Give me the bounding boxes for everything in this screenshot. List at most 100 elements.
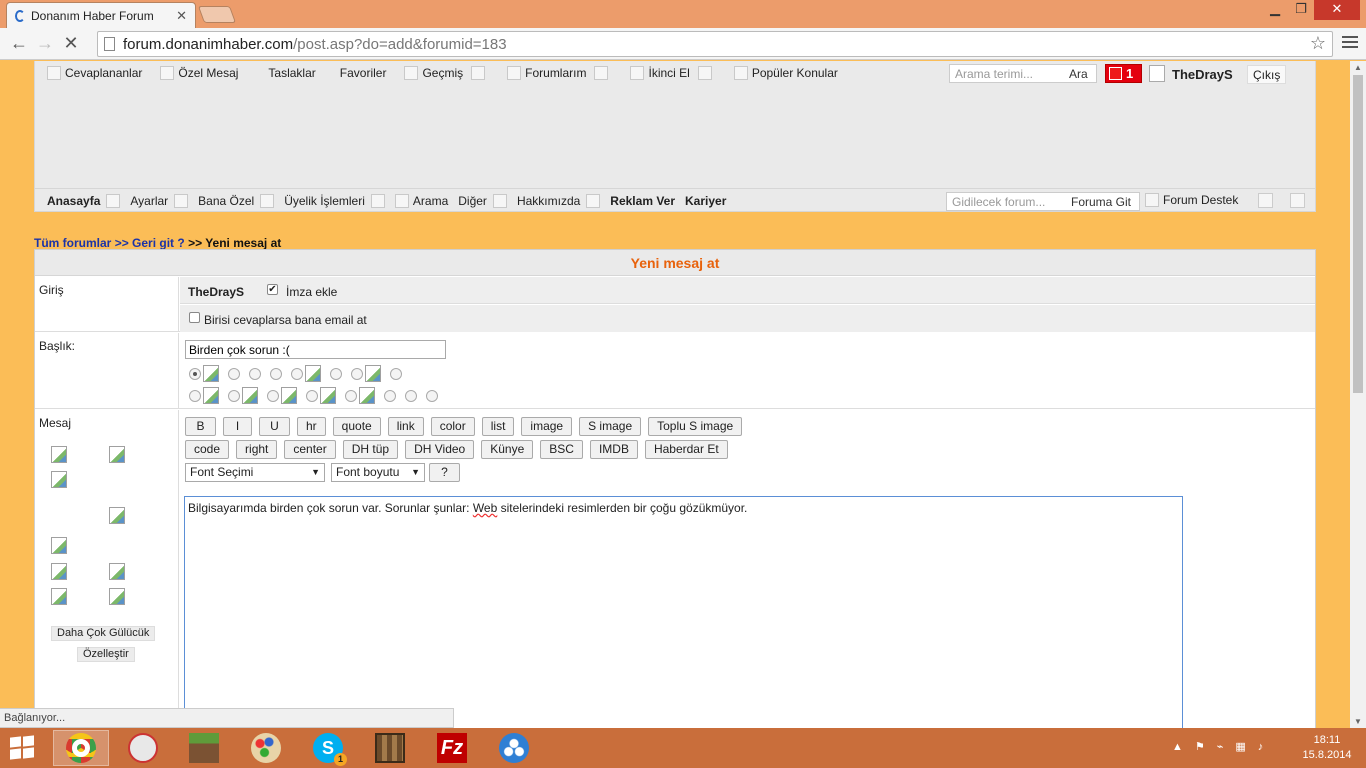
nav-item-gecmis[interactable]: Geçmiş <box>404 66 489 80</box>
customize-button[interactable]: Özelleştir <box>77 647 135 662</box>
scroll-down-icon[interactable]: ▼ <box>1354 717 1362 726</box>
nav-item-cevaplananlar[interactable]: Cevaplananlar <box>47 66 142 80</box>
search-button[interactable]: Ara <box>1069 67 1088 81</box>
quote-button[interactable]: quote <box>332 417 381 436</box>
icon-radio[interactable] <box>270 367 282 380</box>
bookmark-star-icon[interactable]: ☆ <box>1310 33 1326 54</box>
nav-item-hakkimizda[interactable]: Hakkımızda <box>517 193 601 208</box>
nav-item-kariyer[interactable]: Kariyer <box>685 194 726 208</box>
nav-item-ikinci-el[interactable]: İkinci El <box>630 66 715 80</box>
icon-radio[interactable] <box>291 367 303 380</box>
kunye-button[interactable]: Künye <box>481 440 534 459</box>
icon-radio[interactable] <box>426 389 438 402</box>
message-textarea[interactable]: Bilgisayarımda birden çok sorun var. Sor… <box>184 496 1183 728</box>
icon-radio[interactable] <box>189 389 201 402</box>
font-select[interactable]: Font Seçimi ▼ <box>185 463 325 482</box>
title-input[interactable] <box>185 340 446 359</box>
browser-tab[interactable]: Donanım Haber Forum ✕ <box>6 2 196 28</box>
dh-video-button[interactable]: DH Video <box>405 440 475 459</box>
avatar[interactable] <box>1149 65 1165 82</box>
username-link[interactable]: TheDrayS <box>1172 67 1233 82</box>
color-button[interactable]: color <box>430 417 475 436</box>
list-button[interactable]: list <box>481 417 515 436</box>
nav-item-anasayfa[interactable]: Anasayfa <box>47 193 121 208</box>
link-button[interactable]: link <box>387 417 424 436</box>
italic-button[interactable]: I <box>223 417 252 436</box>
volume-icon[interactable]: ♪ <box>1258 741 1264 753</box>
minimize-button[interactable]: ▁ <box>1262 0 1288 20</box>
smiley-icon[interactable] <box>109 446 125 463</box>
nav-item-favoriler[interactable]: Favoriler <box>340 66 387 80</box>
bulk-s-image-button[interactable]: Toplu S image <box>648 417 743 436</box>
window-close-button[interactable]: ✕ <box>1314 0 1360 20</box>
s-image-button[interactable]: S image <box>579 417 642 436</box>
network-app-taskbar-button[interactable] <box>486 730 542 766</box>
breadcrumb-back[interactable]: Geri git ? <box>132 236 185 250</box>
icon-radio[interactable] <box>267 389 279 402</box>
right-align-button[interactable]: right <box>236 440 278 459</box>
forward-button[interactable]: → <box>34 33 56 54</box>
tray-network-icon[interactable]: ▦ <box>1235 740 1245 753</box>
center-align-button[interactable]: center <box>284 440 336 459</box>
smiley-icon[interactable] <box>51 588 67 605</box>
tab-close-icon[interactable]: ✕ <box>176 8 187 24</box>
smiley-icon[interactable] <box>51 446 67 463</box>
new-tab-button[interactable] <box>197 6 237 23</box>
nav-item-taslaklar[interactable]: Taslaklar <box>268 66 315 80</box>
nav-item-uyelik-islemleri[interactable]: Üyelik İşlemleri <box>284 193 385 208</box>
stop-button[interactable]: ✕ <box>60 33 82 54</box>
breadcrumb-all-forums[interactable]: Tüm forumlar <box>34 236 111 250</box>
icon-radio[interactable] <box>345 389 357 402</box>
underline-button[interactable]: U <box>259 417 290 436</box>
signature-checkbox[interactable]: ✔ <box>267 284 278 295</box>
nav-item-diger[interactable]: Diğer <box>458 193 507 208</box>
tray-expand-icon[interactable]: ▲ <box>1172 741 1183 753</box>
notification-badge[interactable]: 1 <box>1105 64 1142 83</box>
nav-item-reklam-ver[interactable]: Reklam Ver <box>610 194 675 208</box>
icon-radio[interactable] <box>306 389 318 402</box>
help-button[interactable]: ? <box>429 463 460 482</box>
crafting-taskbar-button[interactable] <box>362 730 418 766</box>
nav-item-forumlarim[interactable]: Forumlarım <box>507 66 612 80</box>
notify-button[interactable]: Haberdar Et <box>644 440 728 459</box>
smiley-icon[interactable] <box>109 563 125 580</box>
paint-palette-taskbar-button[interactable] <box>238 730 294 766</box>
paint-taskbar-button[interactable] <box>115 730 171 766</box>
icon-radio[interactable] <box>228 389 240 402</box>
smiley-icon[interactable] <box>51 471 67 488</box>
back-button[interactable]: ← <box>8 33 30 54</box>
smiley-icon[interactable] <box>109 507 125 524</box>
maximize-button[interactable]: ❐ <box>1288 0 1314 20</box>
nav-item-arama[interactable]: Arama <box>394 193 448 208</box>
tray-flag-icon[interactable]: ⚑ <box>1195 740 1205 753</box>
font-size-select[interactable]: Font boyutu ▼ <box>331 463 425 482</box>
smiley-icon[interactable] <box>51 563 67 580</box>
icon-radio[interactable] <box>330 367 342 380</box>
chrome-taskbar-button[interactable] <box>53 730 109 766</box>
start-button[interactable] <box>10 735 36 760</box>
bsc-button[interactable]: BSC <box>540 440 583 459</box>
browser-menu-icon[interactable] <box>1342 36 1358 51</box>
bold-button[interactable]: B <box>185 417 216 436</box>
forum-go-button[interactable]: Foruma Git <box>1071 195 1131 209</box>
icon-radio[interactable] <box>390 367 402 380</box>
smiley-icon[interactable] <box>51 537 67 554</box>
address-bar[interactable]: forum.donanimhaber.com/post.asp?do=add&f… <box>97 31 1333 57</box>
smiley-icon[interactable] <box>109 588 125 605</box>
icon-radio[interactable] <box>249 367 261 380</box>
icon-radio[interactable] <box>228 367 240 380</box>
icon-radio[interactable] <box>405 389 417 402</box>
nav-icon[interactable] <box>1258 193 1273 208</box>
code-button[interactable]: code <box>185 440 230 459</box>
email-notify-checkbox[interactable] <box>189 312 200 323</box>
nav-icon[interactable] <box>1290 193 1305 208</box>
icon-radio[interactable] <box>351 367 363 380</box>
page-scrollbar[interactable]: ▲ ▼ <box>1350 61 1366 728</box>
minecraft-taskbar-button[interactable] <box>176 730 232 766</box>
scrollbar-thumb[interactable] <box>1353 75 1363 393</box>
more-smileys-button[interactable]: Daha Çok Gülücük <box>51 626 156 641</box>
nav-item-ozel-mesaj[interactable]: Özel Mesaj <box>160 66 238 80</box>
image-button[interactable]: image <box>521 417 573 436</box>
nav-item-ayarlar[interactable]: Ayarlar <box>130 193 189 208</box>
icon-radio[interactable] <box>189 367 201 380</box>
